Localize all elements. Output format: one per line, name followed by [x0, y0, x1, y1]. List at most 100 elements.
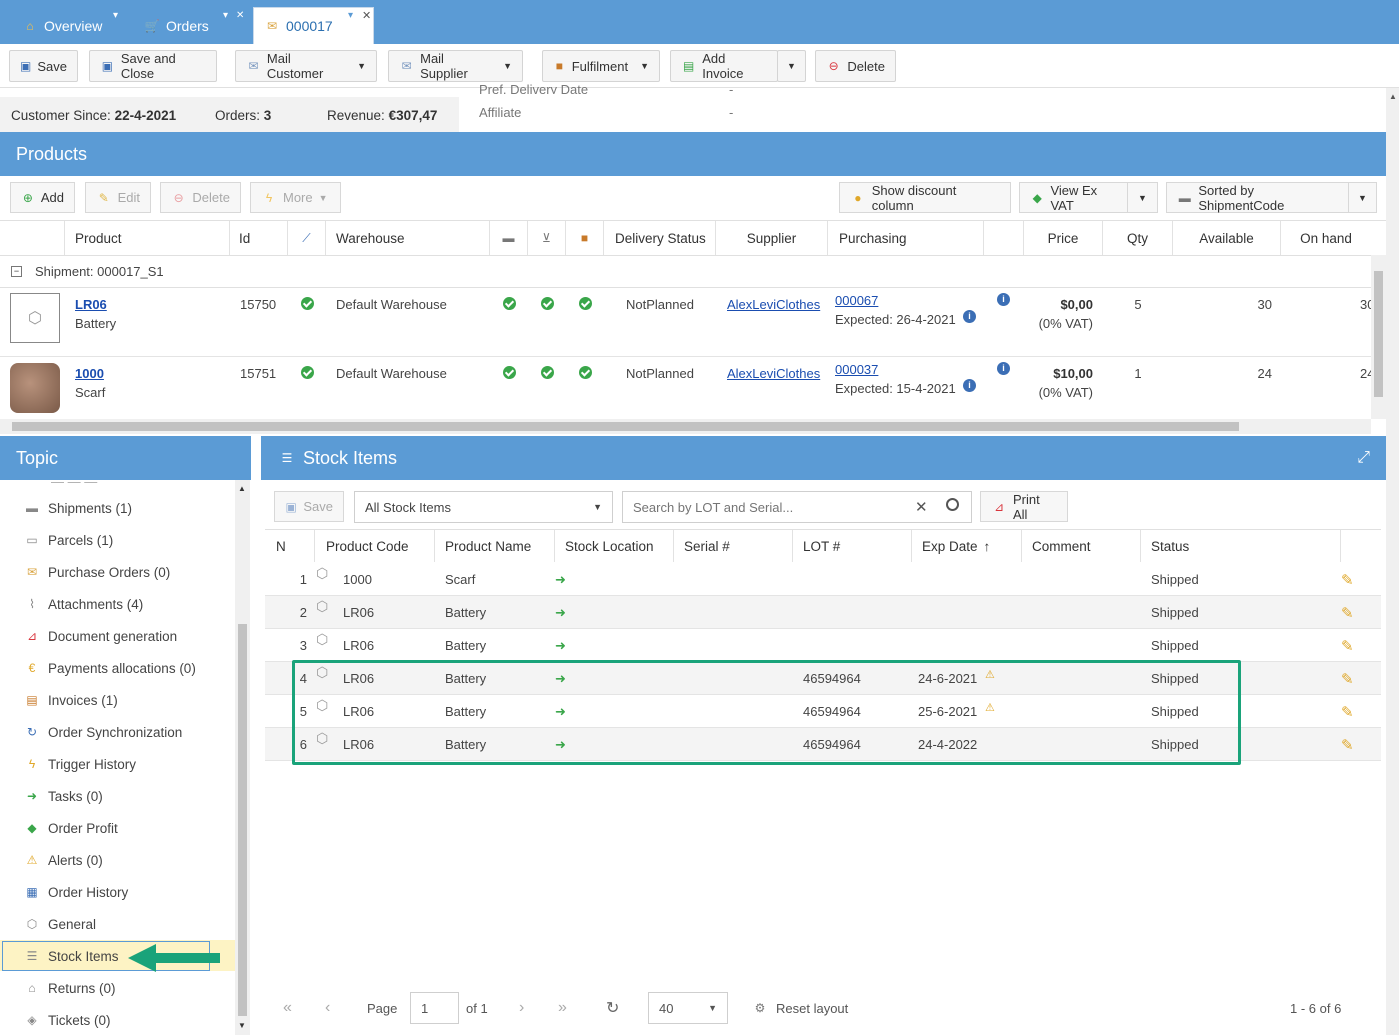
edit-pencil-icon[interactable]: ✎: [1341, 662, 1354, 695]
next-page-button[interactable]: ›: [519, 992, 524, 1024]
col-qty[interactable]: Qty: [1103, 221, 1173, 255]
supplier-link[interactable]: AlexLeviClothes: [727, 366, 820, 381]
print-all-button[interactable]: ⊿ Print All: [980, 491, 1068, 522]
stock-item-row[interactable]: 3 LR06 Battery Shipped ⬡ ➜ ✎: [265, 629, 1381, 662]
tab-orders[interactable]: 🛒 Orders: [134, 8, 219, 44]
col-shipment[interactable]: ▬: [490, 221, 528, 255]
topic-item[interactable]: ◆ Order Profit: [24, 813, 117, 843]
stock-save-button[interactable]: ▣ Save: [274, 491, 344, 522]
col-purchasing[interactable]: Purchasing: [828, 221, 984, 255]
edit-pencil-icon[interactable]: ✎: [1341, 629, 1354, 662]
topic-scrollbar[interactable]: ▲ ▼: [235, 480, 250, 1035]
col-product-name[interactable]: Product Name: [435, 530, 555, 562]
col-status[interactable]: Status: [1141, 530, 1341, 562]
topic-item[interactable]: ⚠ Alerts (0): [24, 845, 103, 875]
fulfilment-button[interactable]: ■ Fulfilment ▼: [542, 50, 660, 82]
topic-item[interactable]: ⌂ Returns (0): [24, 973, 115, 1003]
stock-item-row[interactable]: 2 LR06 Battery Shipped ⬡ ➜ ✎: [265, 596, 1381, 629]
col-delivery-status[interactable]: Delivery Status: [604, 221, 716, 255]
col-available[interactable]: Available: [1173, 221, 1281, 255]
col-exp-date[interactable]: Exp Date ↑: [912, 530, 1022, 562]
stock-filter-select[interactable]: All Stock Items ▼: [354, 491, 613, 523]
topic-item[interactable]: ✉ Purchase Orders (0): [24, 557, 170, 587]
add-product-button[interactable]: ⊕ Add: [10, 182, 75, 213]
info-icon[interactable]: i: [963, 379, 976, 392]
scroll-up-icon[interactable]: ▲: [238, 484, 246, 493]
page-size-select[interactable]: 40 ▼: [648, 992, 728, 1024]
topic-item[interactable]: ϟ Trigger History: [24, 749, 136, 779]
tab-overview-menu-icon[interactable]: ▾: [113, 10, 118, 21]
col-n[interactable]: N: [265, 530, 315, 562]
products-hscroll[interactable]: [0, 419, 1371, 434]
scroll-up-icon[interactable]: ▲: [1389, 92, 1397, 101]
view-ex-vat-button[interactable]: ◆ View Ex VAT: [1019, 182, 1128, 213]
product-code-link[interactable]: 1000: [75, 366, 104, 381]
delete-button[interactable]: ⊖ Delete: [815, 50, 896, 82]
show-discount-column-button[interactable]: ● Show discount column: [839, 182, 1011, 213]
sorted-by-button[interactable]: ▬ Sorted by ShipmentCode: [1166, 182, 1349, 213]
scroll-down-icon[interactable]: ▼: [238, 1021, 246, 1030]
stock-location-icon[interactable]: ➜: [555, 629, 566, 662]
edit-pencil-icon[interactable]: ✎: [1341, 728, 1354, 761]
product-code-link[interactable]: LR06: [75, 297, 107, 312]
topic-item[interactable]: ▬ Shipments (1): [24, 493, 132, 523]
col-on-hand[interactable]: On hand: [1281, 221, 1371, 255]
add-invoice-dropdown[interactable]: ▼: [777, 50, 806, 82]
purchase-order-link[interactable]: 000067: [835, 293, 878, 308]
add-invoice-button[interactable]: ▤ Add Invoice: [670, 50, 778, 82]
scroll-thumb[interactable]: [1374, 271, 1383, 397]
col-box[interactable]: ■: [566, 221, 604, 255]
topic-item[interactable]: ⊿ Document generation: [24, 621, 177, 651]
info-icon[interactable]: i: [997, 293, 1010, 306]
topic-item[interactable]: ↻ Order Synchronization: [24, 717, 182, 747]
more-button[interactable]: ϟ More ▼: [250, 182, 341, 213]
prev-page-button[interactable]: ‹: [325, 992, 330, 1024]
col-supplier[interactable]: Supplier: [716, 221, 828, 255]
topic-item[interactable]: ◈ Tickets (0): [24, 1005, 110, 1035]
shipment-group-row[interactable]: − Shipment: 000017_S1: [0, 255, 1371, 288]
reset-layout-button[interactable]: ⚙ Reset layout: [752, 992, 849, 1024]
page-input[interactable]: 1: [410, 992, 459, 1024]
stock-item-row[interactable]: 1 1000 Scarf Shipped ⬡ ➜ ✎: [265, 563, 1381, 596]
products-vscroll[interactable]: [1371, 255, 1386, 419]
col-stock-location[interactable]: Stock Location: [555, 530, 674, 562]
save-and-close-button[interactable]: ▣ Save and Close: [89, 50, 217, 82]
sorted-by-dropdown[interactable]: ▼: [1348, 182, 1377, 213]
tab-overview[interactable]: ⌂ Overview: [12, 8, 112, 44]
mail-supplier-button[interactable]: ✉ Mail Supplier ▼: [388, 50, 523, 82]
scroll-thumb[interactable]: [238, 624, 247, 1016]
topic-item[interactable]: € Payments allocations (0): [24, 653, 196, 683]
col-price[interactable]: Price: [1024, 221, 1103, 255]
topic-item[interactable]: ➜ Tasks (0): [24, 781, 103, 811]
tab-orders-menu-icon[interactable]: ▾: [223, 10, 228, 21]
supplier-link[interactable]: AlexLeviClothes: [727, 297, 820, 312]
delete-product-button[interactable]: ⊖ Delete: [160, 182, 241, 213]
col-id[interactable]: Id: [230, 221, 288, 255]
topic-item[interactable]: ▭ Parcels (1): [24, 525, 113, 555]
scroll-thumb[interactable]: [12, 422, 1239, 431]
topic-item[interactable]: ☰ Stock Items: [24, 941, 119, 971]
last-page-button[interactable]: »: [558, 992, 567, 1024]
page-scrollbar[interactable]: [1386, 88, 1399, 1035]
edit-product-button[interactable]: ✎ Edit: [85, 182, 151, 213]
info-icon[interactable]: i: [997, 362, 1010, 375]
tab-order-close-icon[interactable]: ✕: [362, 9, 371, 22]
mail-customer-button[interactable]: ✉ Mail Customer ▼: [235, 50, 377, 82]
tab-orders-close-icon[interactable]: ✕: [236, 10, 244, 21]
col-comment[interactable]: Comment: [1022, 530, 1141, 562]
col-cart[interactable]: ⊻: [528, 221, 566, 255]
col-warehouse[interactable]: Warehouse: [326, 221, 490, 255]
tab-order-000017[interactable]: ✉ 000017 ▾ ✕: [253, 7, 374, 44]
expand-icon[interactable]: ⤢: [1357, 449, 1370, 467]
edit-pencil-icon[interactable]: ✎: [1341, 596, 1354, 629]
edit-pencil-icon[interactable]: ✎: [1341, 695, 1354, 728]
refresh-icon[interactable]: ↻: [606, 992, 619, 1024]
topic-item[interactable]: ▤ Invoices (1): [24, 685, 117, 715]
collapse-icon[interactable]: −: [11, 266, 22, 277]
topic-item[interactable]: ⬡ General: [24, 909, 96, 939]
topic-item[interactable]: ▦ Order History: [24, 877, 128, 907]
stock-search-input[interactable]: [623, 492, 908, 522]
col-product-code[interactable]: Product Code: [315, 530, 435, 562]
product-row[interactable]: 1000 Scarf 15751 Default Warehouse NotPl…: [0, 357, 1371, 419]
tab-order-menu-icon[interactable]: ▾: [348, 10, 353, 21]
